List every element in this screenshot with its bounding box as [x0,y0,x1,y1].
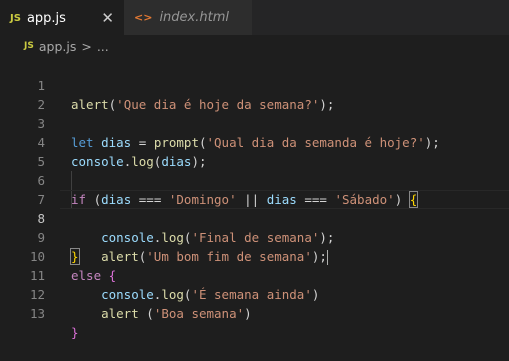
close-icon[interactable]: ✕ [101,9,114,27]
code-line: 10 else { [0,228,509,283]
code-line: 1 alert('Que dia é hoje da semana?'); [0,57,509,112]
code-editor[interactable]: 1 alert('Que dia é hoje da semana?'); 2 … [0,57,509,340]
html-file-icon: <> [134,11,153,24]
chevron-right-icon: > [81,38,92,54]
code-line: 2 [0,76,509,112]
javascript-file-icon: JS [24,41,34,51]
code-line: 11 console.log('É semana ainda') [0,247,509,302]
tab-bar: JS app.js ✕ <> index.html [0,0,509,35]
code-line: 5 [0,133,509,169]
breadcrumb-symbols[interactable]: ... [97,39,109,54]
indent-guide [71,190,72,209]
breadcrumb: JS app.js > ... [0,35,509,57]
code-line: 12 alert ('Boa semana') [0,266,509,321]
code-content: alert ('Boa semana') [101,306,252,321]
tab-label: index.html [159,10,229,25]
indent-guide [71,171,72,190]
tab-label: app.js [26,10,66,26]
code-line: 3 let dias = prompt('Qual dia da semanda… [0,95,509,150]
code-line: 13 } [0,285,509,340]
tab-app-js[interactable]: JS app.js ✕ [0,0,124,35]
javascript-file-icon: JS [10,12,21,24]
code-line-current: 8 alert('Um bom fim de semana'); [0,190,509,265]
code-line: 7 console.log('Final de semana'); [0,171,509,245]
line-number: 13 [29,306,45,321]
code-line: 6 if (dias === 'Domingo' || dias === 'Sá… [0,152,509,208]
code-content: } [71,325,79,340]
code-line: 4 console.log(dias); [0,114,509,169]
breadcrumb-file[interactable]: app.js [39,39,77,54]
tab-index-html[interactable]: <> index.html [124,0,252,35]
code-line: 9 } [0,209,509,265]
